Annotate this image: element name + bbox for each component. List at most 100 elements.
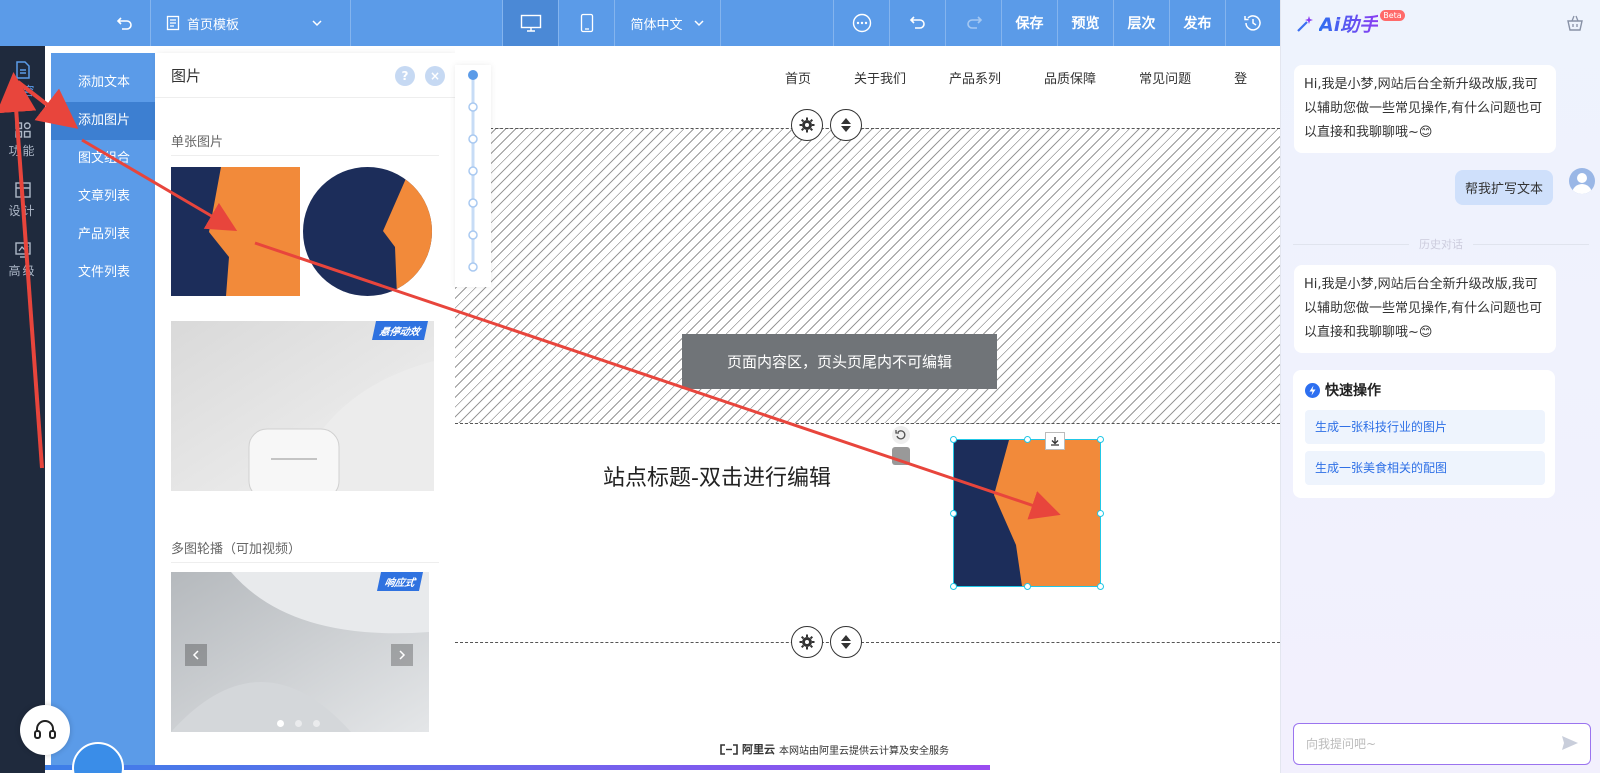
- sort-icon: [841, 118, 851, 132]
- back-icon: [116, 17, 132, 30]
- more-button[interactable]: [834, 0, 889, 46]
- language-label: 简体中文: [630, 17, 683, 33]
- send-button[interactable]: [1561, 734, 1579, 756]
- submenu-add-text[interactable]: 添加文本: [51, 64, 155, 102]
- publish-button[interactable]: 发布: [1170, 0, 1225, 46]
- history-button[interactable]: [1226, 0, 1280, 46]
- redo-icon: [966, 16, 982, 29]
- resize-handle[interactable]: [950, 583, 957, 590]
- preview-button[interactable]: 预览: [1058, 0, 1113, 46]
- gear-icon: [799, 634, 815, 650]
- responsive-badge: 响应式: [376, 572, 424, 591]
- page-canvas: 首页 关于我们 产品系列 品质保障 常见问题 登 页面内容区，页头页尾内不可编辑…: [455, 46, 1280, 773]
- back-button[interactable]: [105, 0, 145, 46]
- rail-item-design[interactable]: 设计: [0, 170, 45, 228]
- help-button[interactable]: ?: [395, 66, 415, 86]
- content-submenu: 添加文本 添加图片 图文组合 文章列表 产品列表 文件列表: [51, 53, 155, 766]
- submenu-add-image[interactable]: 添加图片: [51, 102, 155, 140]
- rail-item-functions[interactable]: 功能: [0, 110, 45, 168]
- rail-item-label: 设计: [8, 203, 37, 218]
- header-settings-button[interactable]: [791, 109, 823, 141]
- rail-item-label: 内容: [8, 83, 37, 98]
- resize-handle[interactable]: [950, 510, 957, 517]
- square-image-thumb[interactable]: [171, 167, 300, 296]
- mobile-icon: [580, 13, 593, 33]
- carousel-thumb[interactable]: 响应式: [171, 572, 429, 732]
- nav-item[interactable]: 登: [1234, 68, 1247, 87]
- download-icon: [1051, 437, 1059, 446]
- sort-icon: [841, 635, 851, 649]
- redo-button[interactable]: [946, 0, 1001, 46]
- panel-title: 图片: [171, 66, 202, 85]
- rail-item-content[interactable]: 内容: [0, 50, 45, 108]
- crop-button[interactable]: [892, 447, 910, 465]
- section-settings-button[interactable]: [791, 626, 823, 658]
- footer-brand: 阿里云: [742, 743, 775, 756]
- carousel-dots: [277, 720, 320, 727]
- selected-image[interactable]: [950, 432, 1104, 590]
- clear-chat-button[interactable]: [1566, 14, 1584, 36]
- save-button[interactable]: 保存: [1002, 0, 1057, 46]
- resize-handle[interactable]: [1097, 436, 1104, 443]
- quick-actions: 快速操作 生成一张科技行业的图片 生成一张美食相关的配图: [1293, 370, 1555, 498]
- section-sort-button[interactable]: [830, 626, 862, 658]
- layers-button[interactable]: 层次: [1114, 0, 1169, 46]
- page-icon: [166, 15, 180, 31]
- submenu-image-text-combo[interactable]: 图文组合: [51, 140, 155, 178]
- quick-action-food-image[interactable]: 生成一张美食相关的配图: [1305, 451, 1545, 485]
- template-select[interactable]: 首页模板: [165, 0, 335, 46]
- rotate-button[interactable]: [892, 426, 910, 444]
- chevron-left-icon: [192, 650, 199, 660]
- history-icon: [1244, 15, 1261, 31]
- hover-effect-thumb[interactable]: 悬停动效: [171, 321, 434, 491]
- hover-effect-badge: 悬停动效: [371, 321, 429, 340]
- mobile-view-button[interactable]: [559, 0, 614, 46]
- circle-image-thumb[interactable]: [303, 167, 432, 296]
- carousel-next-button[interactable]: [391, 644, 413, 666]
- rail-item-label: 高级: [8, 263, 37, 278]
- footer-text: 本网站由阿里云提供云计算及安全服务: [779, 745, 949, 757]
- headset-icon: [34, 720, 56, 739]
- chevron-down-icon: [312, 20, 322, 27]
- customer-service-button[interactable]: [20, 705, 70, 755]
- gear-icon: [799, 117, 815, 133]
- nav-item[interactable]: 常见问题: [1139, 68, 1191, 87]
- header-locked-area: 页面内容区，页头页尾内不可编辑: [455, 128, 1280, 424]
- resize-handle[interactable]: [950, 436, 957, 443]
- undo-button[interactable]: [890, 0, 945, 46]
- close-button[interactable]: ×: [425, 66, 445, 86]
- section-divider: [455, 642, 1280, 643]
- nav-item[interactable]: 关于我们: [854, 68, 906, 87]
- site-title[interactable]: 站点标题-双击进行编辑: [603, 460, 831, 492]
- submenu-file-list[interactable]: 文件列表: [51, 254, 155, 292]
- resize-handle[interactable]: [1097, 583, 1104, 590]
- chevron-right-icon: [399, 650, 406, 660]
- language-select[interactable]: 简体中文: [615, 0, 720, 46]
- left-rail: 内容 功能 设计 高级: [0, 46, 45, 773]
- submenu-product-list[interactable]: 产品列表: [51, 216, 155, 254]
- single-image-label: 单张图片: [171, 135, 224, 150]
- more-icon: [852, 13, 871, 33]
- quick-title-text: 快速操作: [1325, 383, 1381, 399]
- carousel-prev-button[interactable]: [185, 644, 207, 666]
- header-sort-button[interactable]: [830, 109, 862, 141]
- resize-handle[interactable]: [1097, 510, 1104, 517]
- template-label: 首页模板: [187, 17, 240, 33]
- download-button[interactable]: [1045, 432, 1065, 450]
- earbuds-case-image: [171, 321, 434, 491]
- desktop-view-button[interactable]: [503, 0, 558, 46]
- submenu-article-list[interactable]: 文章列表: [51, 178, 155, 216]
- slider-track: [468, 70, 478, 272]
- ai-question-input[interactable]: [1293, 723, 1591, 765]
- nav-item[interactable]: 产品系列: [949, 68, 1001, 87]
- vertical-step-slider[interactable]: [455, 65, 491, 287]
- resize-handle[interactable]: [1024, 436, 1031, 443]
- nav-item[interactable]: 首页: [785, 68, 811, 87]
- nav-item[interactable]: 品质保障: [1044, 68, 1096, 87]
- resize-handle[interactable]: [1024, 583, 1031, 590]
- quick-action-tech-image[interactable]: 生成一张科技行业的图片: [1305, 410, 1545, 444]
- history-label: 历史对话: [1419, 238, 1463, 251]
- rail-item-advanced[interactable]: 高级: [0, 230, 45, 288]
- top-toolbar: 首页模板 简体中文 保存 预览 层次 发布: [0, 0, 1280, 46]
- chevron-down-icon: [693, 20, 704, 27]
